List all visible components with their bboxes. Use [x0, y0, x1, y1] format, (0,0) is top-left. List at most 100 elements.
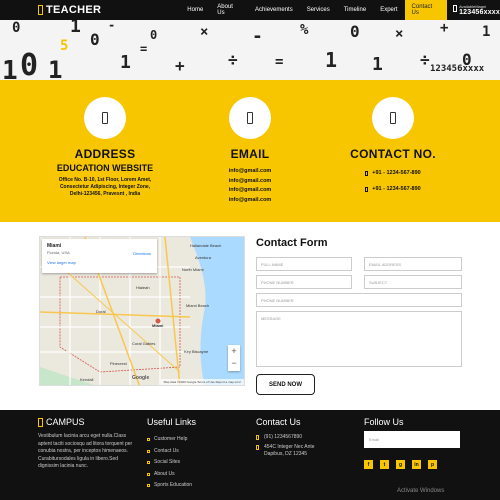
- newsletter-email-input[interactable]: Email: [364, 431, 460, 448]
- map-label: Pinecrest: [110, 361, 127, 366]
- email-title: EMAIL: [230, 147, 270, 161]
- nav-contact-us[interactable]: Contact Us: [404, 0, 448, 20]
- google-plus-icon[interactable]: g: [396, 460, 405, 469]
- hero-symbol: +: [440, 20, 449, 36]
- call-info: AvailableMagni 123456xxxx: [453, 4, 500, 16]
- footer-campus: CAMPUS Vestibulum lacinia arcu eget null…: [38, 417, 138, 471]
- campus-title: CAMPUS: [46, 417, 85, 427]
- facebook-icon[interactable]: f: [364, 460, 373, 469]
- send-now-button[interactable]: SEND NOW: [256, 374, 315, 395]
- footer-link[interactable]: Sports Education: [147, 480, 196, 492]
- phone-line[interactable]: +91 - 1234-567-890: [323, 165, 463, 181]
- view-larger-map-link[interactable]: View larger map: [47, 260, 152, 265]
- hero-digit: 1: [482, 24, 491, 40]
- email-link[interactable]: info@gmail.com: [180, 186, 320, 196]
- bullet-icon: [147, 438, 150, 442]
- phone-field[interactable]: PHONE NUMBER: [256, 275, 352, 289]
- hero-digit: 1: [325, 48, 338, 72]
- map-label: Miami: [152, 323, 164, 328]
- map-label: Hallandale Beach: [190, 243, 222, 248]
- footer-links: Useful Links Customer Help Contact Us So…: [147, 417, 196, 492]
- nav-services[interactable]: Services: [300, 0, 337, 20]
- phone-line[interactable]: +91 - 1234-567-890: [323, 181, 463, 197]
- map-zoom-control: + −: [228, 345, 240, 371]
- phone-icon: [453, 5, 458, 12]
- footer-link[interactable]: Social Sites: [147, 457, 196, 469]
- map-attribution[interactable]: Map data ©2020 Google Terms of Use Repor…: [160, 379, 244, 385]
- message-field[interactable]: MESSAGE: [256, 311, 462, 367]
- nav-home[interactable]: Home: [180, 0, 210, 20]
- subject-field[interactable]: SUBJECT: [364, 275, 462, 289]
- directions-link[interactable]: Directions: [133, 251, 151, 256]
- linkedin-icon[interactable]: in: [412, 460, 421, 469]
- hero-symbol: %: [300, 22, 309, 38]
- email-link[interactable]: info@gmail.com: [180, 167, 320, 177]
- hero-symbol: -: [252, 26, 263, 47]
- pinterest-icon[interactable]: p: [428, 460, 437, 469]
- footer-link[interactable]: Customer Help: [147, 434, 196, 446]
- bullet-icon: [147, 472, 150, 476]
- bullet-icon: [147, 461, 150, 465]
- email-circle: [229, 97, 271, 139]
- map-label: Hialeah: [136, 285, 150, 290]
- activate-windows-watermark: Activate Windows: [397, 488, 445, 494]
- hero-symbol: +: [175, 56, 185, 75]
- email-link[interactable]: info@gmail.com: [180, 177, 320, 187]
- nav-about-us[interactable]: About Us: [210, 0, 248, 20]
- hero-digit: 1: [372, 54, 383, 75]
- hero-symbol: ×: [395, 26, 404, 42]
- email-link[interactable]: info@gmail.com: [180, 196, 320, 206]
- hero-digit: 0: [90, 30, 100, 49]
- contact-title: CONTACT NO.: [350, 147, 436, 161]
- brand-name: TEACHER: [46, 4, 102, 16]
- phone-field-2[interactable]: PHONE NUMBER: [256, 293, 462, 307]
- phone-icon: [390, 112, 396, 124]
- footer-link[interactable]: Contact Us: [147, 446, 196, 458]
- phone-logo-icon: [38, 5, 43, 15]
- page-root: TEACHER Home About Us Achievements Servi…: [0, 0, 500, 500]
- hero-symbol: =: [140, 42, 148, 56]
- call-number: 123456xxxx: [459, 9, 500, 16]
- phone-icon: [256, 435, 259, 440]
- hero-symbol: ÷: [228, 50, 238, 69]
- email-field[interactable]: EMAIL ADDRESS: [364, 257, 462, 271]
- nav-achievements[interactable]: Achievements: [248, 0, 300, 20]
- zoom-in-button[interactable]: +: [228, 345, 240, 357]
- zoom-out-button[interactable]: −: [228, 357, 240, 369]
- address-title: ADDRESS: [74, 147, 136, 161]
- map-label: Kendall: [80, 377, 94, 382]
- map-label: Miami Beach: [186, 303, 210, 308]
- map-place-card: Miami Florida, USA View larger map Direc…: [42, 239, 157, 273]
- footer-address: 454C Integer Nec Ante Dapibus, DZ 12345: [256, 444, 324, 458]
- bullet-icon: [147, 484, 150, 488]
- email-block: EMAIL info@gmail.com info@gmail.com info…: [180, 97, 320, 205]
- map-label: Key Biscayne: [184, 349, 209, 354]
- map-label: Coral Gables: [132, 341, 156, 346]
- nav-timeline[interactable]: Timeline: [337, 0, 373, 20]
- embedded-map[interactable]: Hialeah Miami Beach Miami Doral Kendall …: [39, 236, 245, 386]
- location-icon: [256, 445, 259, 450]
- hero-symbol: ×: [200, 24, 209, 40]
- envelope-icon: [247, 112, 253, 124]
- hero-digit: 0: [20, 48, 39, 80]
- footer-contact: Contact Us (91) 1234567890 454C Integer …: [256, 417, 324, 461]
- map-label: Doral: [96, 309, 106, 314]
- site-footer: CAMPUS Vestibulum lacinia arcu eget null…: [0, 410, 500, 500]
- hero-digit: 5: [60, 38, 69, 54]
- address-subtitle: EDUCATION WEBSITE: [56, 163, 154, 173]
- brand-logo[interactable]: TEACHER: [38, 4, 101, 16]
- hero-symbol: -: [108, 20, 116, 32]
- full-name-field[interactable]: FULL NAME: [256, 257, 352, 271]
- hero-banner: 1 0 1 0 1 0 1 0 + × ÷ - = % 1 0 1 × ÷ + …: [0, 20, 500, 80]
- map-label: North Miami: [182, 267, 204, 272]
- footer-link[interactable]: About Us: [147, 469, 196, 481]
- social-icons: f t g in p: [364, 460, 460, 469]
- bullet-icon: [147, 449, 150, 453]
- hero-symbol: =: [275, 54, 284, 70]
- hero-number-strip: 123456xxxx: [430, 64, 485, 74]
- location-icon: [102, 112, 108, 124]
- campus-about: Vestibulum lacinia arcu eget nulla.Class…: [38, 433, 133, 469]
- twitter-icon[interactable]: t: [380, 460, 389, 469]
- nav-expert[interactable]: Expert: [373, 0, 404, 20]
- address-circle: [84, 97, 126, 139]
